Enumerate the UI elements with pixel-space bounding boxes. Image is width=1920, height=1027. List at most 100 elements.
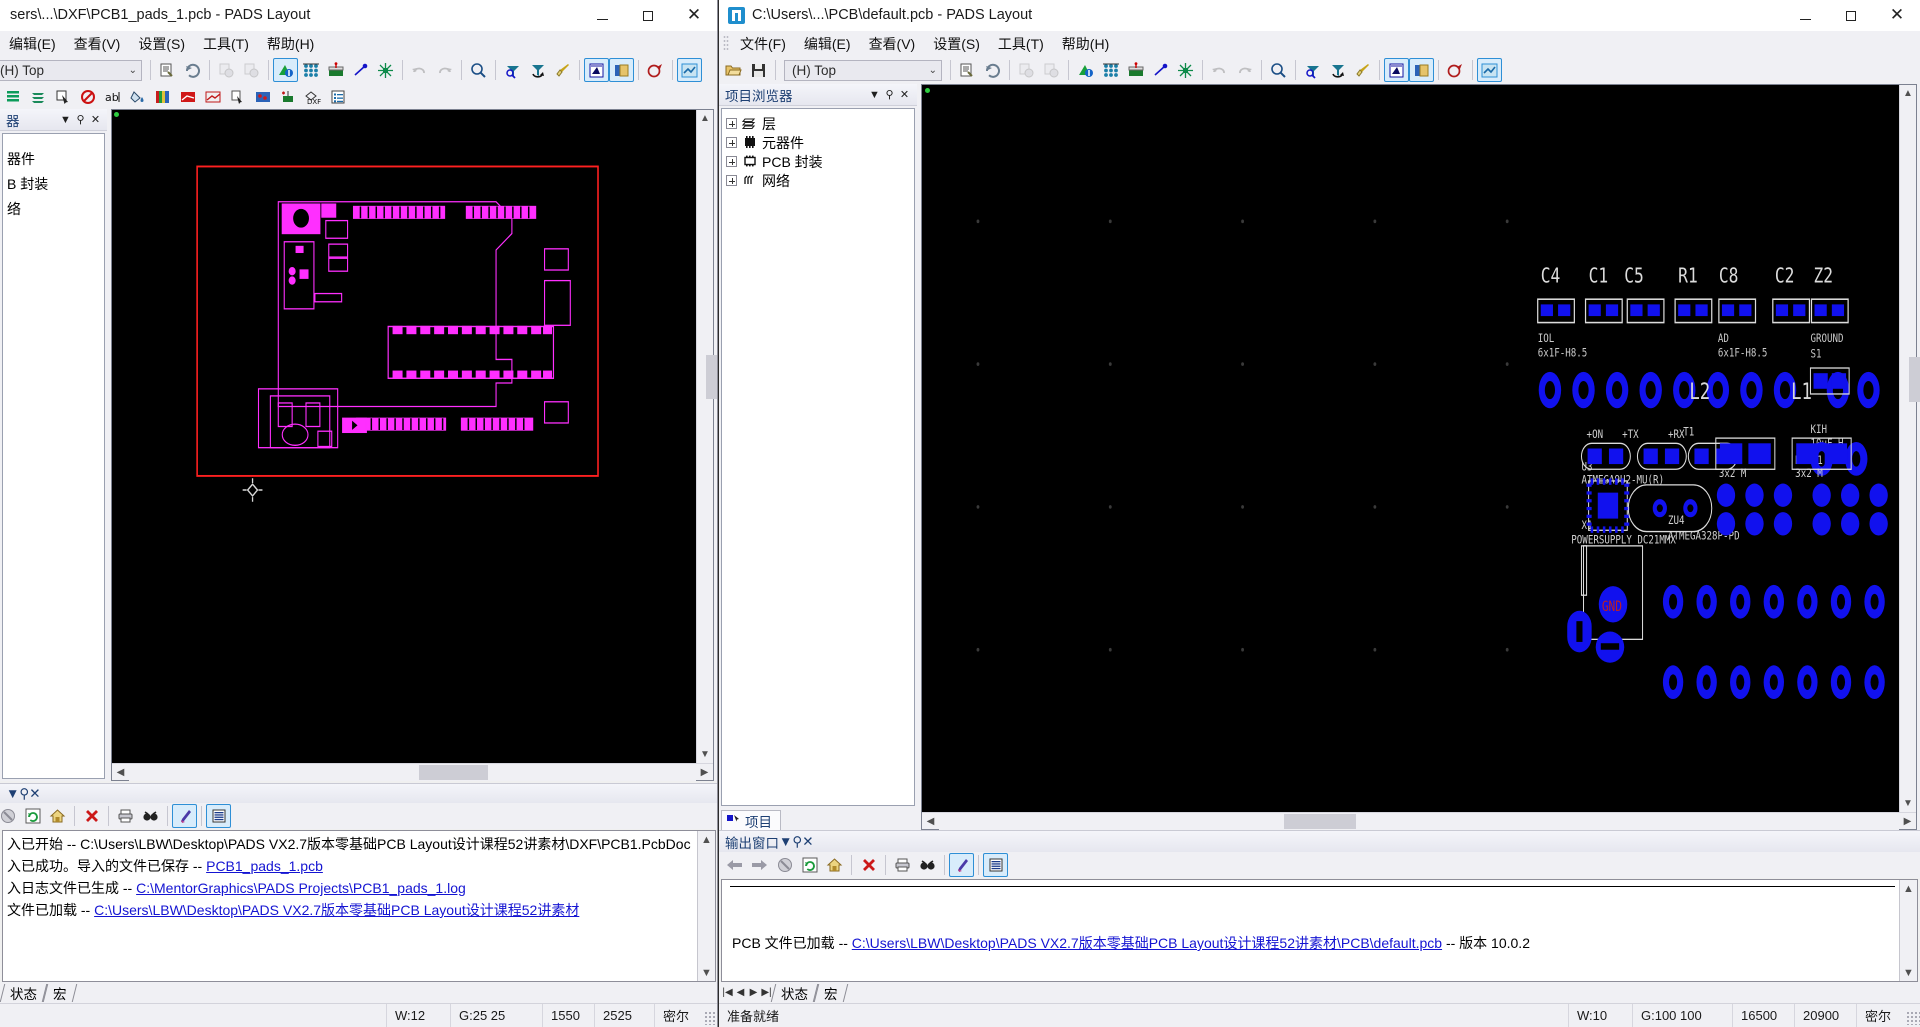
left-menu-setup[interactable]: 设置(S) bbox=[129, 32, 194, 56]
right-menu-edit[interactable]: 编辑(E) bbox=[795, 32, 860, 56]
right-pcb-canvas[interactable]: C4 C1 C5 R1 C8 C2 Z2 IOL 6x1F-H8.5 AD 6x… bbox=[922, 85, 1899, 812]
clear-icon[interactable] bbox=[79, 804, 104, 828]
pin-icon[interactable]: ⚲ bbox=[73, 113, 88, 126]
scroll-up-icon[interactable]: ▲ bbox=[697, 110, 714, 127]
dxf-import-icon[interactable] bbox=[1384, 58, 1409, 82]
tab-macro[interactable]: 宏 bbox=[45, 984, 75, 1002]
dxf-import-icon[interactable] bbox=[584, 58, 609, 82]
tab-macro[interactable]: 宏 bbox=[816, 984, 846, 1002]
close-icon[interactable]: ✕ bbox=[29, 786, 40, 802]
cam-icon[interactable] bbox=[1123, 58, 1148, 82]
zoom-icon[interactable] bbox=[466, 58, 491, 82]
redo-icon[interactable] bbox=[432, 58, 457, 82]
zoom-fit-icon[interactable] bbox=[525, 58, 550, 82]
query-icon[interactable] bbox=[643, 58, 668, 82]
tab-project[interactable]: 项目 bbox=[721, 810, 781, 830]
left-menu-help[interactable]: 帮助(H) bbox=[258, 32, 323, 56]
log-link[interactable]: C:\Users\LBW\Desktop\PADS VX2.7版本零基础PCB … bbox=[852, 935, 1442, 951]
pen-icon[interactable] bbox=[172, 804, 197, 828]
right-close-button[interactable]: ✕ bbox=[1874, 0, 1920, 31]
route-icon[interactable] bbox=[348, 58, 373, 82]
close-icon[interactable]: ✕ bbox=[802, 834, 813, 850]
scroll-up-icon[interactable]: ▲ bbox=[1900, 85, 1917, 102]
left-pcb-canvas[interactable] bbox=[112, 110, 696, 763]
left-close-button[interactable]: ✕ bbox=[671, 0, 717, 31]
left-layer-selector[interactable]: (H) Top ⌄ bbox=[0, 59, 142, 81]
design-rules-icon[interactable] bbox=[1073, 58, 1098, 82]
chevron-down-icon[interactable]: ▼ bbox=[58, 114, 73, 126]
right-output-vscrollbar[interactable]: ▲ ▼ bbox=[1899, 880, 1917, 981]
text-tool-icon[interactable]: ab bbox=[100, 85, 125, 109]
tab-status[interactable]: 状态 bbox=[2, 984, 45, 1002]
open-file-icon[interactable] bbox=[721, 58, 746, 82]
list-view-icon[interactable] bbox=[325, 85, 350, 109]
cluster-icon[interactable] bbox=[250, 85, 275, 109]
tree-item-layers[interactable]: 层 bbox=[726, 114, 910, 133]
scroll-left-icon[interactable]: ◀ bbox=[112, 764, 129, 781]
chevron-down-icon[interactable]: ▼ bbox=[6, 786, 19, 801]
pin-icon[interactable]: ⚲ bbox=[882, 88, 897, 101]
refresh-icon[interactable] bbox=[797, 853, 822, 877]
panel-toggle-icon[interactable] bbox=[609, 58, 634, 82]
route-icon[interactable] bbox=[1148, 58, 1173, 82]
cam-icon[interactable] bbox=[323, 58, 348, 82]
design-rules-icon[interactable] bbox=[273, 58, 298, 82]
home-icon[interactable] bbox=[822, 853, 847, 877]
refresh-icon[interactable] bbox=[20, 804, 45, 828]
layers-color-icon[interactable] bbox=[0, 85, 25, 109]
redo-icon[interactable] bbox=[1232, 58, 1257, 82]
left-tree[interactable]: 器件 B 封装 络 bbox=[2, 133, 105, 779]
refresh-icon[interactable] bbox=[980, 58, 1005, 82]
refresh-icon[interactable] bbox=[180, 58, 205, 82]
left-canvas-vscrollbar[interactable]: ▲ ▼ bbox=[696, 110, 717, 763]
net-tool-icon[interactable] bbox=[1477, 58, 1502, 82]
splitter-icon[interactable] bbox=[1173, 58, 1198, 82]
expand-icon[interactable] bbox=[726, 175, 737, 186]
scroll-down-icon[interactable]: ▼ bbox=[1900, 795, 1917, 812]
chevron-down-icon[interactable]: ▼ bbox=[867, 89, 882, 101]
right-menu-file[interactable]: 文件(F) bbox=[731, 32, 795, 56]
right-maximize-button[interactable] bbox=[1828, 0, 1874, 31]
pour-manager-icon[interactable] bbox=[1098, 58, 1123, 82]
right-canvas-hscrollbar[interactable]: ◀ ▶ bbox=[922, 812, 1916, 830]
left-tree-item-nets[interactable]: 络 bbox=[7, 196, 100, 221]
right-minimize-button[interactable] bbox=[1782, 0, 1828, 31]
pin-icon[interactable]: ⚲ bbox=[792, 834, 802, 850]
log-link[interactable]: PCB1_pads_1.pcb bbox=[206, 858, 323, 874]
left-maximize-button[interactable] bbox=[625, 0, 671, 31]
zoom-in-icon[interactable] bbox=[1300, 58, 1325, 82]
right-output-body[interactable]: PCB 文件已加载 -- C:\Users\LBW\Desktop\PADS V… bbox=[721, 879, 1918, 982]
expand-icon[interactable] bbox=[726, 118, 737, 129]
right-menu-view[interactable]: 查看(V) bbox=[860, 32, 925, 56]
scroll-left-icon[interactable]: ◀ bbox=[922, 813, 939, 830]
undo-icon[interactable] bbox=[407, 58, 432, 82]
expand-icon[interactable] bbox=[726, 137, 737, 148]
tree-item-components[interactable]: 元器件 bbox=[726, 133, 910, 152]
net-tool-icon[interactable] bbox=[677, 58, 702, 82]
scroll-down-icon[interactable]: ▼ bbox=[697, 746, 714, 763]
find-icon[interactable] bbox=[138, 804, 163, 828]
tree-item-pcb-footprints[interactable]: PCB 封装 bbox=[726, 152, 910, 171]
right-menu-setup[interactable]: 设置(S) bbox=[924, 32, 989, 56]
ecad-settings2-icon[interactable] bbox=[239, 58, 264, 82]
route-edit-icon[interactable] bbox=[200, 85, 225, 109]
ecad-settings-icon[interactable] bbox=[1014, 58, 1039, 82]
back-icon[interactable] bbox=[722, 853, 747, 877]
scroll-right-icon[interactable]: ▶ bbox=[696, 764, 713, 781]
scroll-right-icon[interactable]: ▶ bbox=[1899, 813, 1916, 830]
chevron-down-icon[interactable]: ▼ bbox=[779, 834, 792, 849]
undo-icon[interactable] bbox=[1207, 58, 1232, 82]
pin-icon[interactable]: ⚲ bbox=[19, 786, 29, 802]
zoom-fit-icon[interactable] bbox=[1325, 58, 1350, 82]
left-menu-tools[interactable]: 工具(T) bbox=[194, 32, 258, 56]
report-icon[interactable] bbox=[155, 58, 180, 82]
log-link[interactable]: C:\Users\LBW\Desktop\PADS VX2.7版本零基础PCB … bbox=[94, 902, 579, 918]
left-tree-item-components[interactable]: 器件 bbox=[7, 146, 100, 171]
ecad-settings2-icon[interactable] bbox=[1039, 58, 1064, 82]
print-icon[interactable] bbox=[890, 853, 915, 877]
zoom-icon[interactable] bbox=[1266, 58, 1291, 82]
right-menu-help[interactable]: 帮助(H) bbox=[1053, 32, 1118, 56]
pour-manager-icon[interactable] bbox=[298, 58, 323, 82]
no-entry-icon[interactable] bbox=[75, 85, 100, 109]
add-part-icon[interactable] bbox=[275, 85, 300, 109]
